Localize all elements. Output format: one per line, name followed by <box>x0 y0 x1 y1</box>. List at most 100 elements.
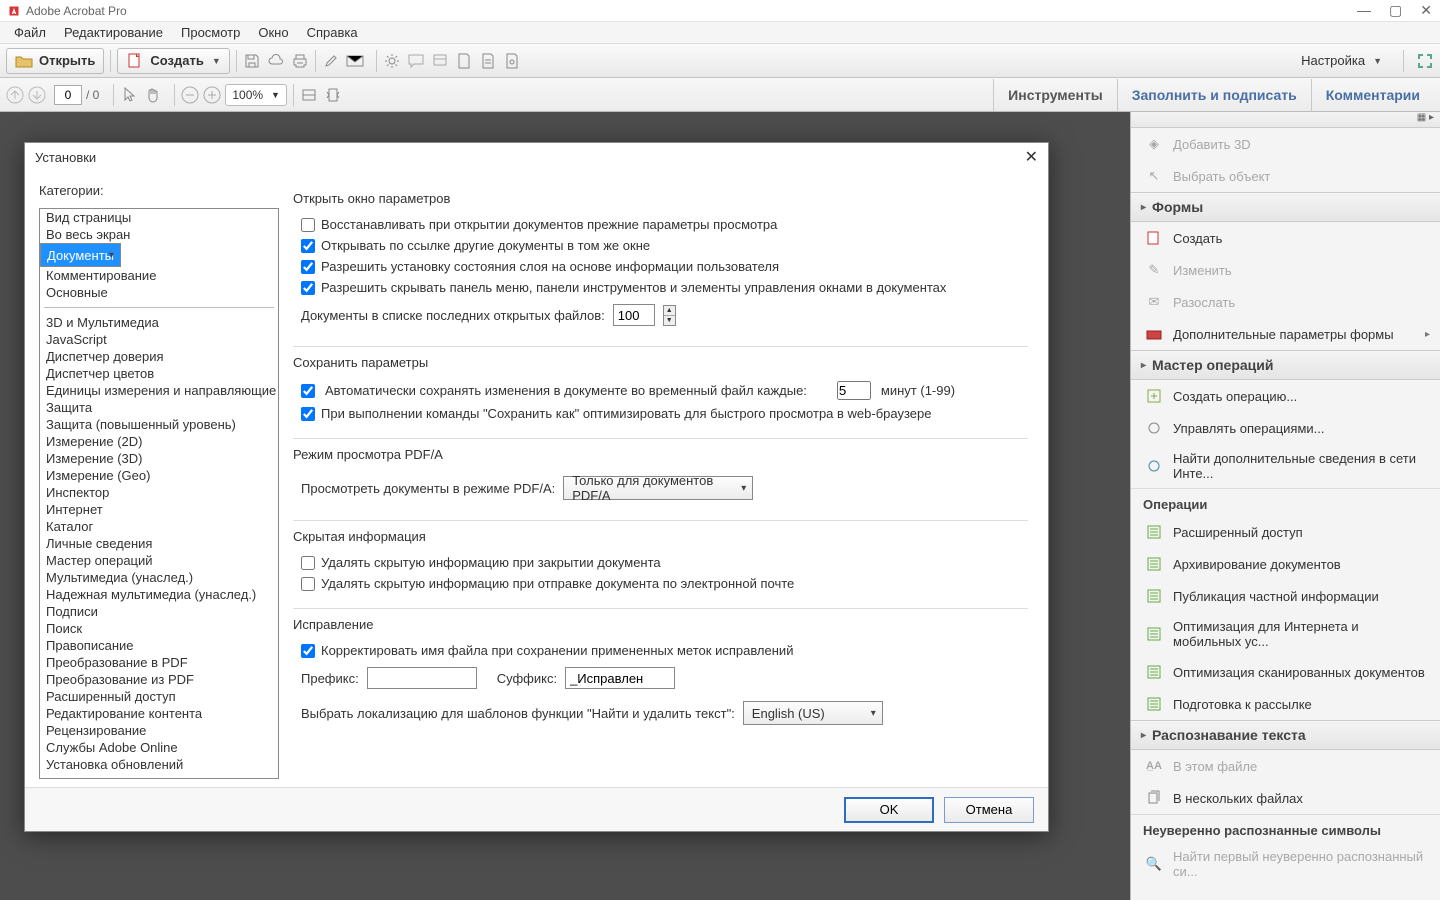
category-item[interactable]: Каталог <box>40 518 278 535</box>
suffix-input[interactable] <box>565 667 675 689</box>
dialog-close-button[interactable]: ✕ <box>1025 147 1038 167</box>
zoom-in-icon[interactable] <box>203 86 221 104</box>
category-item[interactable]: Защита <box>40 399 278 416</box>
category-item[interactable]: Вид страницы <box>40 209 278 226</box>
cb-allow-hide-menus[interactable]: Разрешить скрывать панель меню, панели и… <box>293 277 1028 298</box>
category-item[interactable]: Интернет <box>40 501 278 518</box>
next-page-icon[interactable] <box>28 86 46 104</box>
op-item[interactable]: Расширенный доступ <box>1131 516 1440 548</box>
doc3-icon[interactable] <box>503 52 521 70</box>
category-item[interactable]: Единицы измерения и направляющие <box>40 382 278 399</box>
category-item[interactable]: 3D и Мультимедиа <box>40 314 278 331</box>
category-item[interactable]: Преобразование в PDF <box>40 654 278 671</box>
op-item[interactable]: Публикация частной информации <box>1131 580 1440 612</box>
prefix-input[interactable] <box>367 667 477 689</box>
category-item[interactable]: Надежная мультимедиа (унаслед.) <box>40 586 278 603</box>
category-item[interactable]: Диспетчер доверия <box>40 348 278 365</box>
comment-icon[interactable] <box>407 52 425 70</box>
categories-list[interactable]: Вид страницыВо весь экранДокументыКоммен… <box>39 208 279 779</box>
op-item[interactable]: Оптимизация сканированных документов <box>1131 656 1440 688</box>
category-item[interactable]: Измерение (3D) <box>40 450 278 467</box>
recent-input[interactable] <box>613 304 655 326</box>
tab-comments[interactable]: Комментарии <box>1311 79 1434 111</box>
open-button[interactable]: Открыть <box>6 48 104 74</box>
category-item[interactable]: Основные <box>40 284 278 301</box>
op-item[interactable]: Оптимизация для Интернета и мобильных ус… <box>1131 612 1440 656</box>
panel-header-forms[interactable]: Формы <box>1131 192 1440 222</box>
op-item[interactable]: Подготовка к рассылке <box>1131 688 1440 720</box>
cb-restore-view[interactable]: Восстанавливать при открытии документов … <box>293 214 1028 235</box>
create-button[interactable]: Создать ▼ <box>117 48 229 74</box>
cb-remove-on-close[interactable]: Удалять скрытую информацию при закрытии … <box>293 552 1028 573</box>
expand-icon[interactable] <box>1416 52 1434 70</box>
fit-width-icon[interactable] <box>300 86 318 104</box>
category-item[interactable]: Установка обновлений <box>40 756 278 773</box>
print-icon[interactable] <box>291 52 309 70</box>
menu-file[interactable]: Файл <box>6 23 54 42</box>
maximize-button[interactable]: ▢ <box>1389 2 1402 19</box>
cb-adjust-filename[interactable]: Корректировать имя файла при сохранении … <box>293 640 1028 661</box>
tab-tools[interactable]: Инструменты <box>993 79 1117 111</box>
doc2-icon[interactable] <box>479 52 497 70</box>
close-button[interactable]: ✕ <box>1420 2 1432 19</box>
category-item[interactable]: JavaScript <box>40 331 278 348</box>
forms-extra[interactable]: Дополнительные параметры формы <box>1131 318 1440 350</box>
category-item[interactable]: Поиск <box>40 620 278 637</box>
cancel-button[interactable]: Отмена <box>944 797 1034 823</box>
cb-layer-state[interactable]: Разрешить установку состояния слоя на ос… <box>293 256 1028 277</box>
autosave-minutes[interactable] <box>837 381 871 400</box>
panel-header-ocr[interactable]: Распознавание текста <box>1131 720 1440 750</box>
menu-view[interactable]: Просмотр <box>173 23 248 42</box>
category-item[interactable]: Защита (повышенный уровень) <box>40 416 278 433</box>
cloud-icon[interactable] <box>267 52 285 70</box>
fit-page-icon[interactable] <box>324 86 342 104</box>
edit-icon[interactable] <box>322 52 340 70</box>
stamp-icon[interactable] <box>431 52 449 70</box>
category-item[interactable]: Комментирование <box>40 267 278 284</box>
customize-button[interactable]: Настройка ▼ <box>1292 49 1391 72</box>
op-item[interactable]: Архивирование документов <box>1131 548 1440 580</box>
ok-button[interactable]: OK <box>844 797 934 823</box>
gear-icon[interactable] <box>383 52 401 70</box>
category-item[interactable]: Во весь экран <box>40 226 278 243</box>
cb-autosave[interactable] <box>301 384 315 398</box>
cb-remove-on-email[interactable]: Удалять скрытую информацию при отправке … <box>293 573 1028 594</box>
wiz-create[interactable]: Создать операцию... <box>1131 380 1440 412</box>
locale-select[interactable]: English (US) <box>743 701 883 725</box>
cursor-icon[interactable] <box>120 86 138 104</box>
page-input[interactable] <box>54 85 82 105</box>
category-item[interactable]: Преобразование из PDF <box>40 671 278 688</box>
wiz-find[interactable]: Найти дополнительные сведения в сети Инт… <box>1131 444 1440 488</box>
category-item[interactable]: Инспектор <box>40 484 278 501</box>
category-item[interactable]: Подписи <box>40 603 278 620</box>
category-item[interactable]: Службы Adobe Online <box>40 739 278 756</box>
recent-spinner[interactable]: ▲▼ <box>663 305 676 326</box>
menu-window[interactable]: Окно <box>250 23 296 42</box>
category-item[interactable]: Личные сведения <box>40 535 278 552</box>
category-item[interactable]: Рецензирование <box>40 722 278 739</box>
category-item[interactable]: Правописание <box>40 637 278 654</box>
wiz-manage[interactable]: Управлять операциями... <box>1131 412 1440 444</box>
category-item[interactable]: Мастер операций <box>40 552 278 569</box>
ocr-inmany[interactable]: В нескольких файлах <box>1131 782 1440 814</box>
panel-grip[interactable]: ▦ ▸ <box>1131 112 1440 128</box>
tab-fill-sign[interactable]: Заполнить и подписать <box>1117 79 1311 111</box>
category-item[interactable]: Измерение (2D) <box>40 433 278 450</box>
minimize-button[interactable]: — <box>1357 2 1371 19</box>
category-item[interactable]: Документы <box>40 243 121 267</box>
menu-edit[interactable]: Редактирование <box>56 23 171 42</box>
panel-header-wizard[interactable]: Мастер операций <box>1131 350 1440 380</box>
doc1-icon[interactable] <box>455 52 473 70</box>
category-item[interactable]: Редактирование контента <box>40 705 278 722</box>
forms-create[interactable]: Создать <box>1131 222 1440 254</box>
cb-saveas-optimize[interactable]: При выполнении команды "Сохранить как" о… <box>293 403 1028 424</box>
mail-icon[interactable] <box>346 52 364 70</box>
prev-page-icon[interactable] <box>6 86 24 104</box>
hand-icon[interactable] <box>144 86 162 104</box>
category-item[interactable]: Расширенный доступ <box>40 688 278 705</box>
save-icon[interactable] <box>243 52 261 70</box>
pdfa-select[interactable]: Только для документов PDF/A <box>563 476 753 500</box>
category-item[interactable]: Мультимедиа (унаслед.) <box>40 569 278 586</box>
zoom-out-icon[interactable] <box>181 86 199 104</box>
cb-open-same-window[interactable]: Открывать по ссылке другие документы в т… <box>293 235 1028 256</box>
